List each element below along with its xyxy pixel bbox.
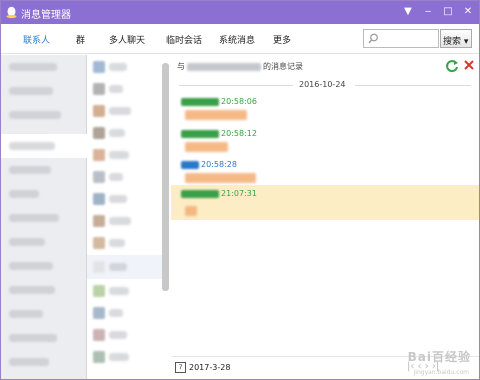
footer-date: 2017-3-28 [189, 363, 231, 372]
list-item[interactable] [87, 279, 163, 303]
message-item: 20:58:28 [171, 156, 479, 184]
tab-more[interactable]: 更多 [273, 33, 291, 46]
sender-name-blurred [181, 129, 219, 138]
tab-multi-chat[interactable]: 多人聊天 [109, 33, 145, 46]
message-item-highlighted: 21:07:31 [171, 185, 479, 220]
date-label: 2016-10-24 [299, 80, 346, 89]
maximize-button[interactable]: □ [439, 4, 457, 20]
list-item[interactable] [87, 301, 163, 325]
list-item[interactable] [1, 134, 87, 158]
list-item[interactable] [87, 255, 163, 279]
list-item[interactable] [1, 254, 87, 278]
list-item[interactable] [1, 79, 87, 103]
tab-contacts[interactable]: 联系人 [23, 33, 50, 46]
list-scrollbar[interactable] [162, 63, 169, 291]
refresh-icon[interactable] [445, 59, 459, 73]
search-input[interactable] [363, 29, 439, 48]
list-item[interactable] [1, 206, 87, 230]
watermark: Bai百经验 [407, 350, 471, 364]
list-item[interactable] [87, 121, 163, 145]
minimize-button[interactable]: ‒ [419, 4, 437, 20]
list-item[interactable] [1, 326, 87, 350]
dropdown-button[interactable]: ▼ [399, 4, 417, 20]
contact-group-list [1, 55, 87, 379]
sender-name-blurred [181, 160, 199, 169]
search-icon [368, 33, 378, 44]
close-button[interactable]: ✕ [459, 4, 477, 20]
search-button[interactable]: 搜索 ▾ [440, 29, 472, 48]
list-item[interactable] [1, 103, 87, 127]
tab-temp-session[interactable]: 临时会话 [166, 33, 202, 46]
list-item[interactable] [87, 99, 163, 123]
message-record-panel: 与 的消息记录 2016-10-24 20:58:06 20:58:12 20:5… [171, 55, 479, 379]
list-item[interactable] [87, 165, 163, 189]
message-content-blurred [185, 142, 228, 152]
tab-system-messages[interactable]: 系统消息 [219, 33, 255, 46]
category-tabs: 联系人 群 多人聊天 临时会话 系统消息 更多 搜索 ▾ [1, 24, 479, 54]
message-content-blurred [185, 206, 197, 216]
message-content-blurred [185, 110, 247, 120]
message-item: 20:58:06 [171, 93, 479, 121]
tab-groups[interactable]: 群 [76, 33, 85, 46]
list-item[interactable] [87, 209, 163, 233]
app-logo-icon [6, 6, 17, 19]
contact-list [87, 55, 171, 379]
message-manager-window: 消息管理器 ▼ ‒ □ ✕ 联系人 群 多人聊天 临时会话 系统消息 更多 搜索… [0, 0, 480, 380]
record-header: 与 的消息记录 [177, 61, 303, 72]
message-content-blurred [185, 173, 256, 183]
sender-name-blurred [181, 189, 219, 198]
list-item[interactable] [87, 143, 163, 167]
list-item[interactable] [1, 230, 87, 254]
delete-icon[interactable] [463, 59, 475, 71]
list-item[interactable] [1, 278, 87, 302]
message-time: 20:58:12 [221, 129, 257, 138]
date-separator: 2016-10-24 [171, 79, 479, 91]
sender-name-blurred [181, 97, 219, 106]
message-item: 20:58:12 [171, 125, 479, 153]
contact-name-blurred [187, 62, 261, 71]
list-item[interactable] [87, 345, 163, 369]
list-item[interactable] [87, 231, 163, 255]
list-item[interactable] [87, 77, 163, 101]
list-item[interactable] [1, 302, 87, 326]
message-time: 20:58:06 [221, 97, 257, 106]
list-item[interactable] [1, 182, 87, 206]
list-item[interactable] [1, 55, 87, 79]
watermark-url: jingyan.baidu.com [413, 369, 469, 376]
list-item[interactable] [87, 323, 163, 347]
message-time: 21:07:31 [221, 189, 257, 198]
list-item[interactable] [1, 350, 87, 374]
list-item[interactable] [87, 55, 163, 79]
title-bar: 消息管理器 ▼ ‒ □ ✕ [1, 1, 479, 24]
record-header-suffix: 的消息记录 [263, 62, 303, 71]
calendar-icon[interactable]: 7 [175, 362, 186, 373]
record-header-prefix: 与 [177, 62, 185, 71]
window-title: 消息管理器 [21, 10, 71, 21]
message-time: 20:58:28 [201, 160, 237, 169]
list-item[interactable] [87, 187, 163, 211]
list-item[interactable] [1, 158, 87, 182]
